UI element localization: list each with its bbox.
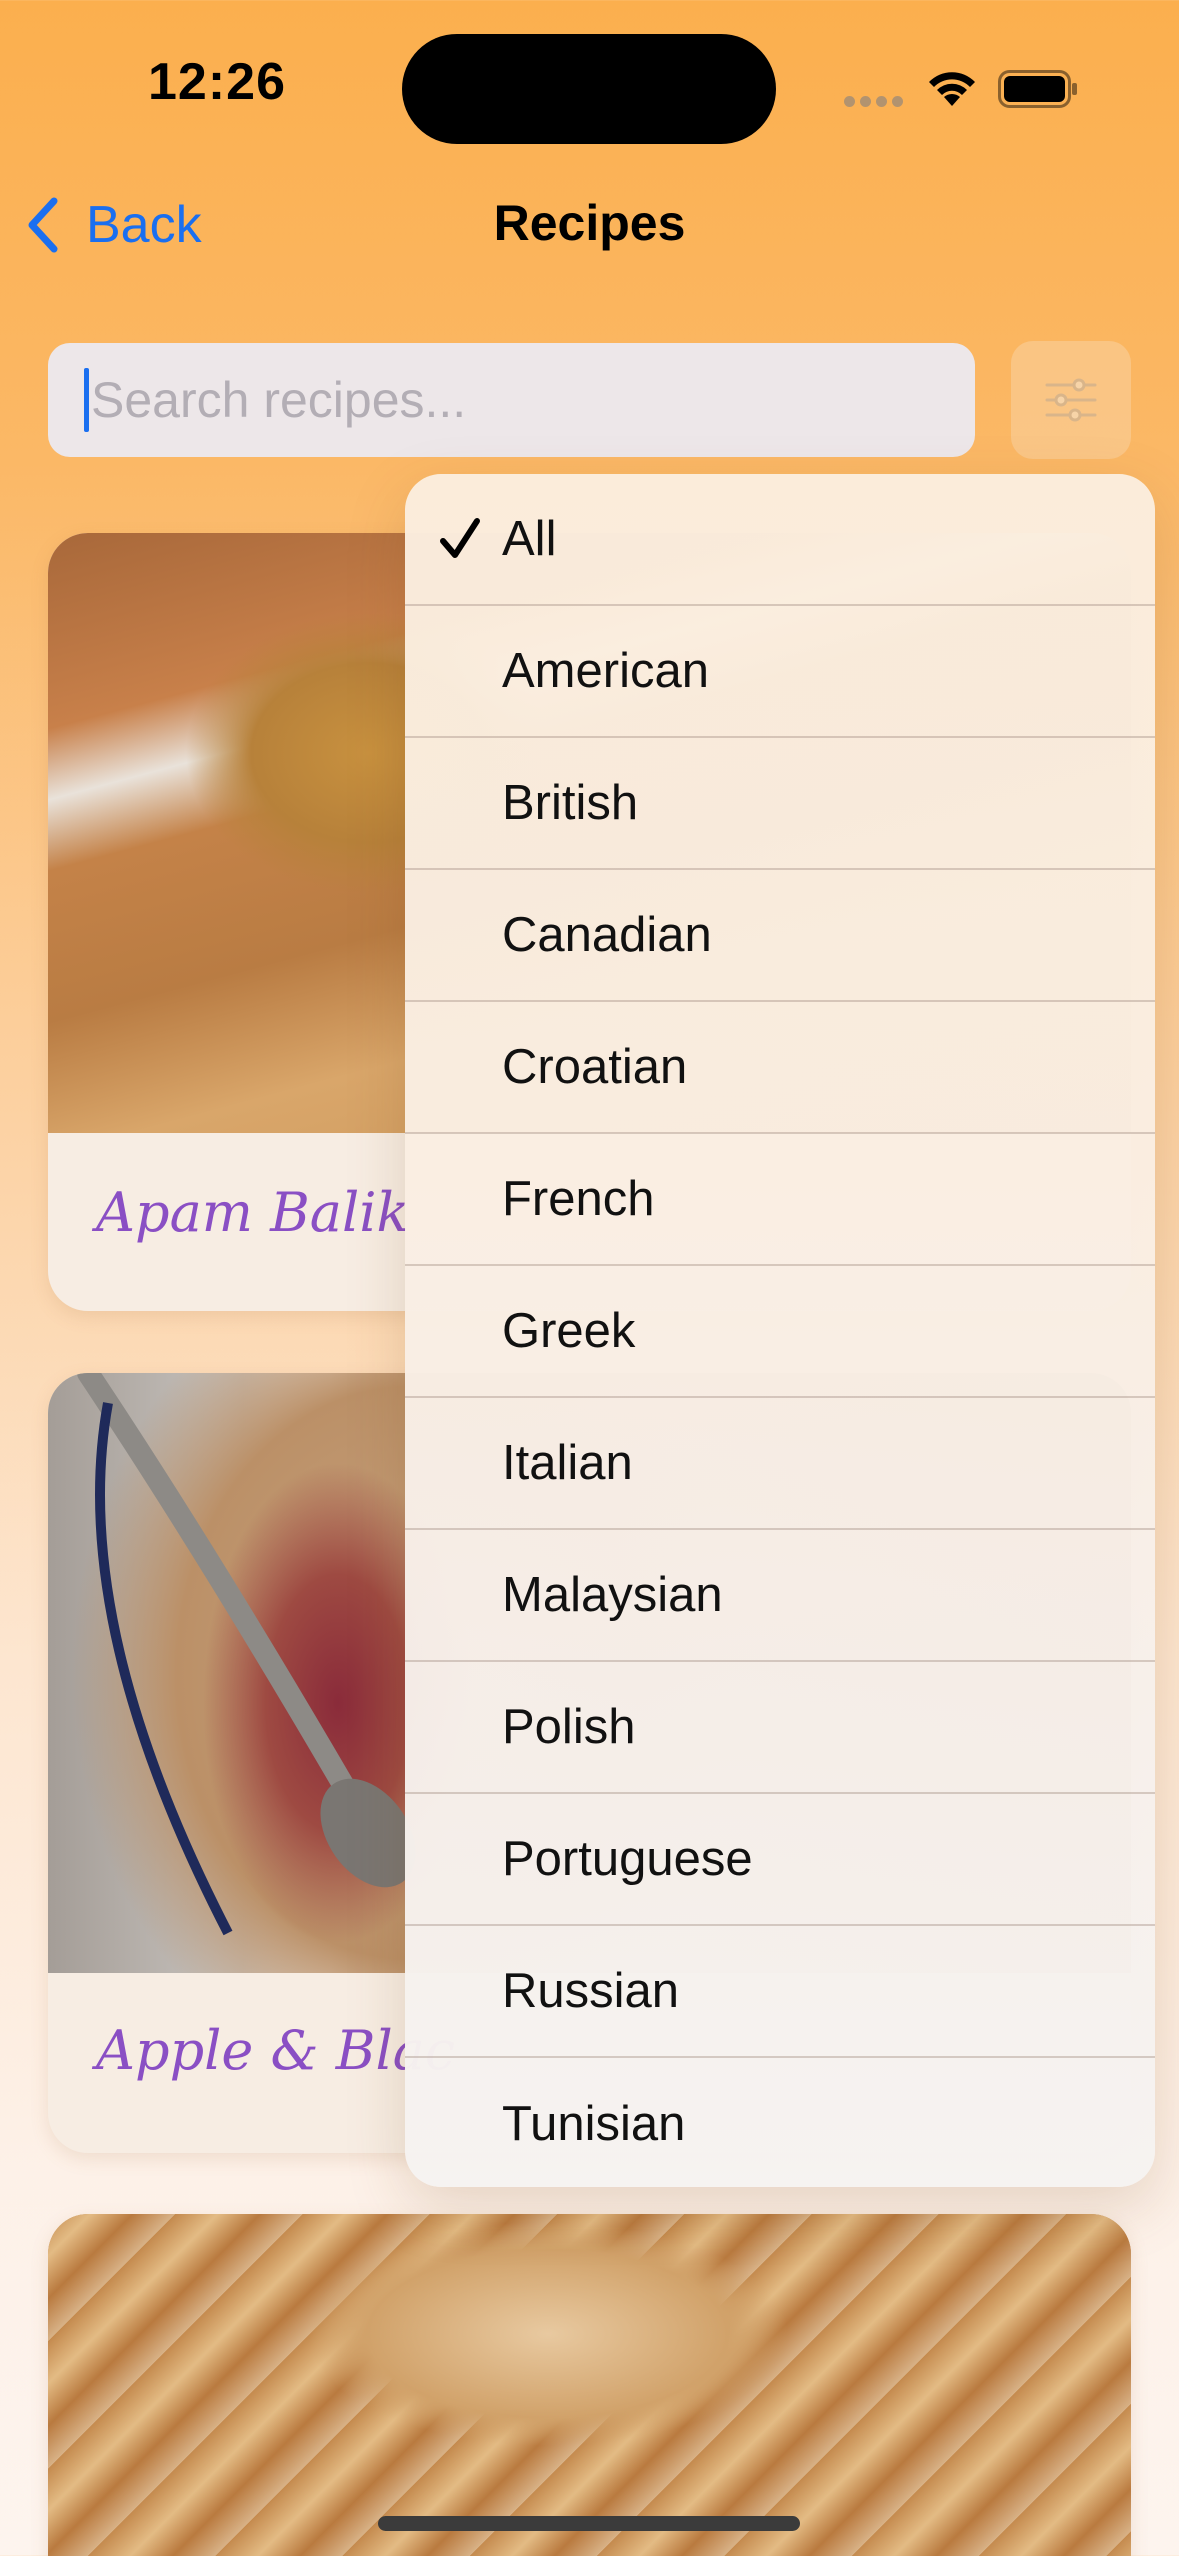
navigation-bar: Back Recipes bbox=[0, 180, 1179, 270]
menu-item-label: Italian bbox=[502, 1436, 633, 1490]
dynamic-island bbox=[402, 34, 776, 144]
home-indicator[interactable] bbox=[378, 2516, 800, 2531]
menu-item-italian[interactable]: Italian bbox=[405, 1398, 1155, 1530]
menu-item-label: Portuguese bbox=[502, 1832, 753, 1886]
menu-item-polish[interactable]: Polish bbox=[405, 1662, 1155, 1794]
menu-item-label: Polish bbox=[502, 1700, 636, 1754]
status-bar: 12:26 bbox=[0, 0, 1179, 170]
search-input[interactable]: Search recipes... bbox=[48, 343, 975, 457]
filter-sliders-icon bbox=[1045, 378, 1097, 422]
menu-item-malaysian[interactable]: Malaysian bbox=[405, 1530, 1155, 1662]
status-icons bbox=[844, 64, 1084, 108]
menu-item-label: British bbox=[502, 776, 639, 830]
menu-item-russian[interactable]: Russian bbox=[405, 1926, 1155, 2058]
wifi-icon bbox=[929, 72, 975, 106]
menu-item-label: Tunisian bbox=[502, 2097, 686, 2151]
status-time: 12:26 bbox=[148, 53, 286, 111]
recipe-card[interactable] bbox=[48, 2214, 1131, 2556]
recipe-title: Apple & Blac bbox=[96, 2019, 456, 2082]
recipe-title: Apam Balik bbox=[96, 1181, 410, 1244]
checkmark-icon bbox=[440, 518, 480, 558]
menu-item-label: American bbox=[502, 644, 709, 698]
menu-item-canadian[interactable]: Canadian bbox=[405, 870, 1155, 1002]
menu-item-american[interactable]: American bbox=[405, 606, 1155, 738]
menu-item-label: Greek bbox=[502, 1304, 636, 1358]
menu-item-british[interactable]: British bbox=[405, 738, 1155, 870]
menu-item-tunisian[interactable]: Tunisian bbox=[405, 2058, 1155, 2187]
text-cursor bbox=[84, 368, 89, 432]
battery-icon bbox=[998, 70, 1077, 108]
cuisine-filter-menu: All American British Canadian Croatian French… bbox=[405, 474, 1155, 2187]
menu-item-label: French bbox=[502, 1172, 655, 1226]
menu-item-label: Croatian bbox=[502, 1040, 688, 1094]
menu-item-french[interactable]: French bbox=[405, 1134, 1155, 1266]
menu-item-croatian[interactable]: Croatian bbox=[405, 1002, 1155, 1134]
menu-item-label: Malaysian bbox=[502, 1568, 723, 1622]
menu-item-label: Russian bbox=[502, 1964, 680, 2018]
recipe-image bbox=[48, 2214, 1131, 2556]
menu-item-portuguese[interactable]: Portuguese bbox=[405, 1794, 1155, 1926]
menu-item-greek[interactable]: Greek bbox=[405, 1266, 1155, 1398]
filter-button[interactable] bbox=[1011, 341, 1131, 459]
menu-item-label: Canadian bbox=[502, 908, 712, 962]
menu-item-label: All bbox=[502, 512, 557, 566]
search-placeholder: Search recipes... bbox=[91, 372, 467, 428]
cellular-dots-icon bbox=[844, 96, 904, 110]
menu-item-all[interactable]: All bbox=[405, 474, 1155, 606]
page-title: Recipes bbox=[493, 195, 686, 251]
